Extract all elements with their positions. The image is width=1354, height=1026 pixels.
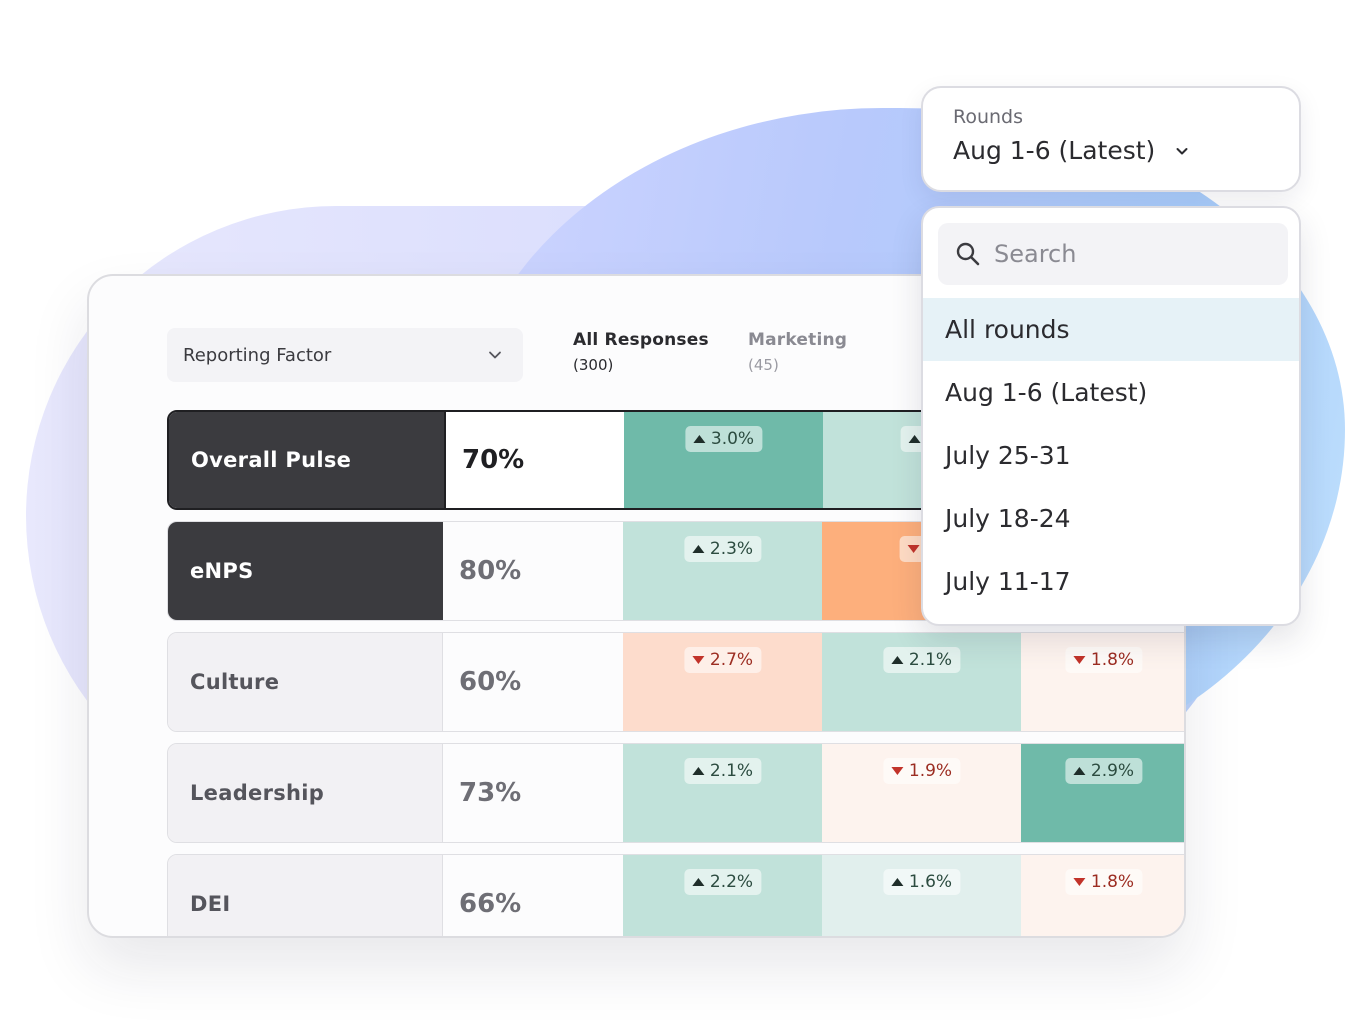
rounds-menu: All roundsAug 1-6 (Latest)July 25-31July… <box>921 206 1301 626</box>
delta-cell[interactable]: 2.1% <box>822 633 1021 731</box>
chevron-down-icon <box>1176 147 1188 154</box>
row-label: Overall Pulse <box>169 412 444 508</box>
delta-cell[interactable]: 1.8% <box>1021 633 1184 731</box>
delta-cell[interactable]: 1.9% <box>822 744 1021 842</box>
delta-badge: 3.0% <box>684 426 763 452</box>
round-option[interactable]: July 18-24 <box>923 487 1299 550</box>
delta-badge: 2.9% <box>1064 758 1143 784</box>
delta-value: 2.2% <box>709 872 754 892</box>
triangle-up-icon <box>691 545 704 553</box>
delta-badge: 2.7% <box>683 647 762 673</box>
rounds-selected[interactable]: Aug 1-6 (Latest) <box>953 136 1299 165</box>
column-count: (45) <box>748 356 779 374</box>
delta-cell[interactable]: 2.3% <box>623 522 822 620</box>
delta-badge: 2.1% <box>882 647 961 673</box>
delta-cell[interactable]: 2.2% <box>623 855 822 936</box>
delta-cell[interactable]: 2.9% <box>1021 744 1184 842</box>
rounds-selected-value: Aug 1-6 (Latest) <box>953 136 1156 165</box>
row-score: 60% <box>443 633 623 731</box>
row-label: Leadership <box>168 744 443 842</box>
triangle-down-icon <box>890 767 903 775</box>
table-row[interactable]: Culture 60% 2.7% 2.1% 1.8% <box>167 632 1184 732</box>
row-score: 70% <box>444 412 624 508</box>
row-score: 80% <box>443 522 623 620</box>
table-row[interactable]: Leadership 73% 2.1% 1.9% 2.9% <box>167 743 1184 843</box>
triangle-up-icon <box>890 656 903 664</box>
delta-value: 1.8% <box>1090 872 1135 892</box>
delta-badge: 1.9% <box>882 758 961 784</box>
reporting-factor-label: Reporting Factor <box>183 344 332 366</box>
row-label: DEI <box>168 855 443 936</box>
triangle-up-icon <box>691 767 704 775</box>
delta-value: 1.9% <box>908 761 953 781</box>
triangle-up-icon <box>1072 767 1085 775</box>
triangle-up-icon <box>890 878 903 886</box>
delta-badge: 2.3% <box>683 536 762 562</box>
round-option[interactable]: July 25-31 <box>923 424 1299 487</box>
delta-value: 2.1% <box>709 761 754 781</box>
row-score: 66% <box>443 855 623 936</box>
column-title: Marketing <box>748 330 848 350</box>
triangle-down-icon <box>1072 878 1085 886</box>
round-option[interactable]: July 11-17 <box>923 550 1299 613</box>
column-count: (300) <box>573 356 614 374</box>
delta-cell[interactable]: 1.6% <box>822 855 1021 936</box>
delta-badge: 2.1% <box>683 758 762 784</box>
row-score: 73% <box>443 744 623 842</box>
row-label: eNPS <box>168 522 443 620</box>
triangle-up-icon <box>908 435 921 443</box>
delta-value: 1.8% <box>1090 650 1135 670</box>
round-option[interactable]: All rounds <box>923 298 1299 361</box>
delta-cell[interactable]: 2.7% <box>623 633 822 731</box>
delta-value: 3.0% <box>710 429 755 449</box>
delta-badge: 2.2% <box>683 869 762 895</box>
rounds-search[interactable] <box>938 223 1288 285</box>
triangle-down-icon <box>907 545 920 553</box>
delta-cell[interactable]: 1.8% <box>1021 855 1184 936</box>
column-title: All Responses <box>573 330 709 350</box>
rounds-dropdown[interactable]: Rounds Aug 1-6 (Latest) <box>921 86 1301 192</box>
delta-badge: 1.6% <box>882 869 961 895</box>
stage: Reporting Factor All Responses (300) Mar… <box>0 0 1354 1026</box>
triangle-up-icon <box>691 878 704 886</box>
column-header-all-responses[interactable]: All Responses (300) <box>573 330 709 374</box>
column-header-marketing[interactable]: Marketing (45) <box>748 330 847 374</box>
delta-badge: 1.8% <box>1064 869 1143 895</box>
delta-cell[interactable]: 3.0% <box>624 412 823 508</box>
delta-cell[interactable]: 2.1% <box>623 744 822 842</box>
delta-value: 2.9% <box>1090 761 1135 781</box>
search-icon <box>956 242 980 266</box>
triangle-up-icon <box>692 435 705 443</box>
triangle-down-icon <box>1072 656 1085 664</box>
table-row[interactable]: DEI 66% 2.2% 1.6% 1.8% <box>167 854 1184 936</box>
delta-badge: 1.8% <box>1064 647 1143 673</box>
row-label: Culture <box>168 633 443 731</box>
delta-value: 2.7% <box>709 650 754 670</box>
round-option[interactable]: Aug 1-6 (Latest) <box>923 361 1299 424</box>
search-input[interactable] <box>994 240 1264 268</box>
delta-value: 2.3% <box>709 539 754 559</box>
chevron-down-icon <box>489 351 501 359</box>
rounds-label: Rounds <box>953 106 1024 128</box>
delta-value: 2.1% <box>908 650 953 670</box>
delta-value: 1.6% <box>908 872 953 892</box>
reporting-factor-select[interactable]: Reporting Factor <box>167 328 523 382</box>
triangle-down-icon <box>691 656 704 664</box>
